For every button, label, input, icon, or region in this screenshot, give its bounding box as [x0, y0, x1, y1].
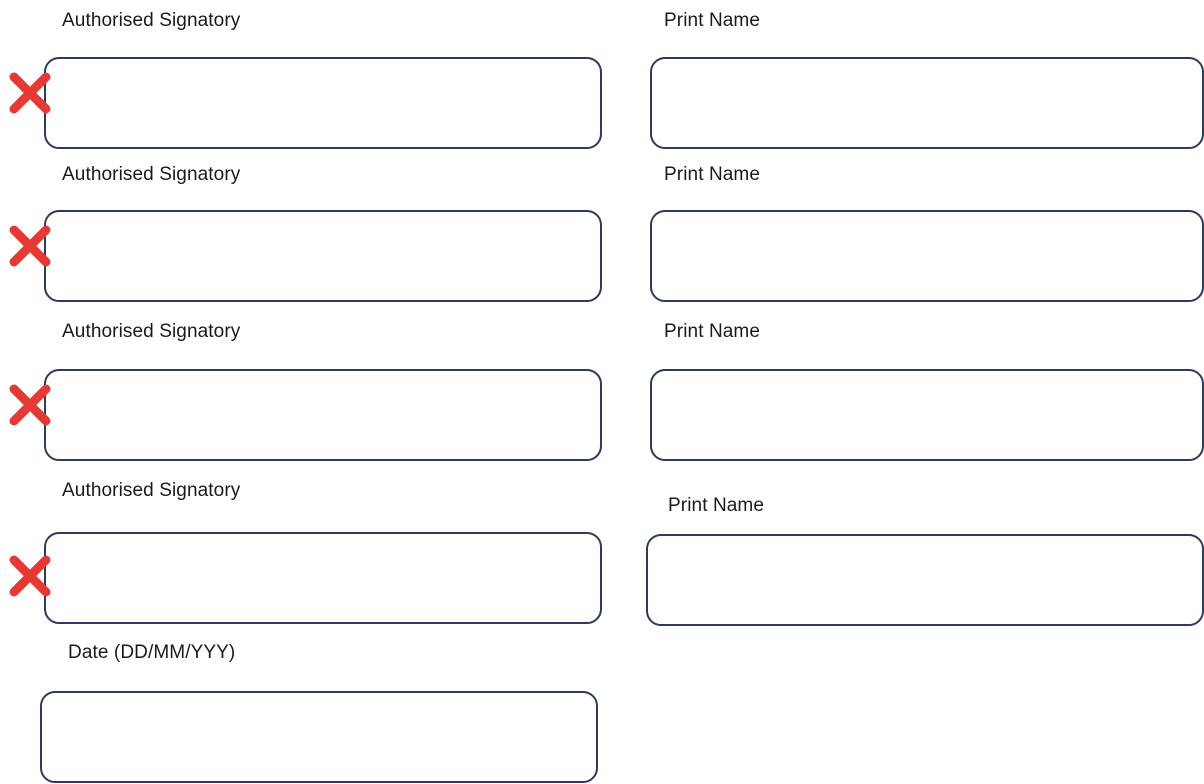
signatory-label-2: Authorised Signatory	[62, 164, 241, 185]
print-name-label-4: Print Name	[668, 495, 765, 516]
red-cross-icon	[9, 555, 51, 597]
signatory-label-4: Authorised Signatory	[62, 480, 241, 501]
print-name-field-3[interactable]	[650, 369, 1204, 461]
date-label: Date (DD/MM/YYY)	[68, 642, 236, 663]
print-name-field-2[interactable]	[650, 210, 1204, 302]
red-cross-icon	[9, 225, 51, 267]
red-cross-icon	[9, 384, 51, 426]
print-name-label-3: Print Name	[664, 321, 761, 342]
signatory-label-1: Authorised Signatory	[62, 10, 241, 31]
signatory-field-4[interactable]	[44, 532, 602, 624]
print-name-field-1[interactable]	[650, 57, 1204, 149]
red-cross-icon	[9, 72, 51, 114]
print-name-label-1: Print Name	[664, 10, 761, 31]
print-name-label-2: Print Name	[664, 164, 761, 185]
date-field[interactable]	[40, 691, 598, 783]
signatory-label-3: Authorised Signatory	[62, 321, 241, 342]
signatory-field-2[interactable]	[44, 210, 602, 302]
print-name-field-4[interactable]	[646, 534, 1204, 626]
signatory-field-3[interactable]	[44, 369, 602, 461]
signatory-field-1[interactable]	[44, 57, 602, 149]
